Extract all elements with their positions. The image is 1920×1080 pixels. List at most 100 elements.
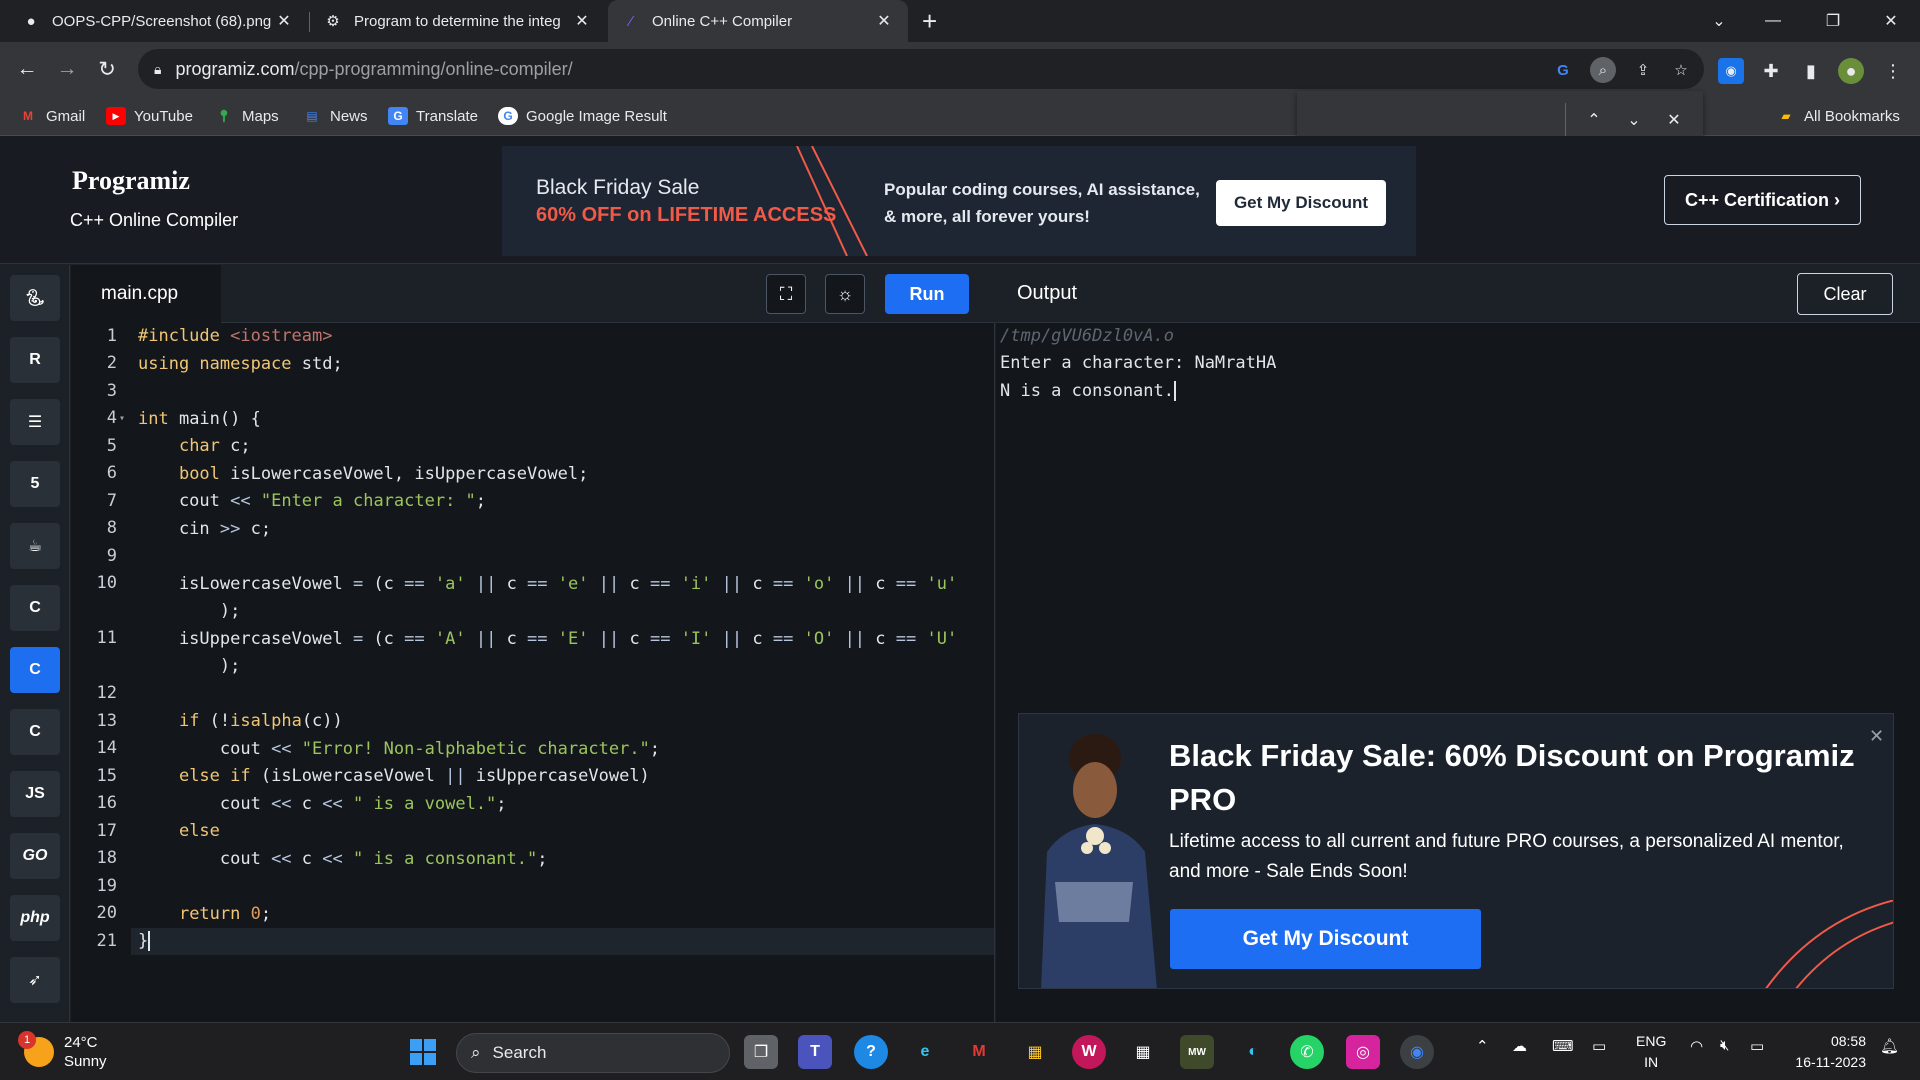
wps-icon[interactable]: W [1072, 1035, 1106, 1069]
bookmark-label: Translate [416, 107, 478, 125]
wifi-icon[interactable]: ◠ [1690, 1037, 1703, 1055]
sale-banner[interactable]: Black Friday Sale 60% OFF on LIFETIME AC… [502, 146, 1416, 256]
code-line: using namespace std; [138, 353, 343, 374]
side-panel-icon[interactable]: ▮ [1798, 58, 1824, 84]
code-line: else [178, 821, 220, 841]
go-icon[interactable]: GO [10, 833, 60, 879]
fullscreen-icon[interactable]: ⛶ [766, 274, 806, 314]
promo-discount-button[interactable]: Get My Discount [1170, 909, 1481, 969]
bookmark-label: Gmail [46, 107, 86, 125]
extension-icon[interactable]: ◉ [1718, 58, 1744, 84]
chrome-icon[interactable]: ◉ [1400, 1035, 1434, 1069]
instagram-icon[interactable]: ◎ [1346, 1035, 1380, 1069]
speaker-muted-icon[interactable]: 🔇︎ [1720, 1037, 1729, 1054]
c-icon[interactable]: C [10, 585, 60, 631]
bookmark-translate[interactable]: G Translate [388, 104, 478, 128]
help-icon[interactable]: ? [854, 1035, 888, 1069]
address-bar[interactable]: 🔒︎ programiz.com/cpp-programming/online-… [138, 49, 1704, 89]
back-arrow-icon[interactable]: ← [12, 54, 42, 84]
input-language[interactable]: ENG IN [1636, 1031, 1666, 1073]
search-page-icon[interactable]: ⌕ [1590, 57, 1616, 83]
sql-database-icon[interactable]: ☰ [10, 399, 60, 445]
code-editor[interactable]: 1 2 3 4 ▾ 5 6 7 8 9 10 11 12 13 14 15 16… [71, 323, 995, 1022]
keyboard-icon[interactable]: ⌨ [1552, 1037, 1574, 1055]
windows-start-icon[interactable] [406, 1035, 440, 1069]
edge-dev-icon[interactable]: ◐ [1236, 1035, 1270, 1069]
clear-button[interactable]: Clear [1797, 273, 1893, 315]
line-number: 2 [106, 353, 117, 373]
javascript-icon[interactable]: JS [10, 771, 60, 817]
close-tab-icon[interactable]: ✕ [874, 11, 894, 31]
game-icon[interactable]: MW [1180, 1035, 1214, 1069]
profile-avatar-icon[interactable]: ● [1838, 58, 1864, 84]
close-icon[interactable]: ✕ [1869, 726, 1884, 747]
display-icon[interactable]: ▭ [1592, 1037, 1606, 1055]
windows-logo [410, 1039, 436, 1065]
chevron-down-icon[interactable]: ⌄ [1621, 107, 1647, 133]
bookmark-youtube[interactable]: ▶ YouTube [106, 104, 193, 128]
banner-discount-button[interactable]: Get My Discount [1216, 180, 1386, 226]
python-icon[interactable]: 🐍︎ [10, 275, 60, 321]
task-view-icon[interactable]: ❐ [744, 1035, 778, 1069]
cpp-icon[interactable]: C [10, 647, 60, 693]
microsoft-store-icon[interactable]: ▦ [1018, 1035, 1052, 1069]
file-tab-main[interactable]: main.cpp [71, 265, 221, 323]
bookmark-news[interactable]: ▤ News [302, 104, 367, 128]
share-icon[interactable]: ⇪ [1630, 57, 1656, 83]
all-bookmarks[interactable]: ▰ All Bookmarks [1776, 104, 1899, 128]
browser-tab-compiler[interactable]: ⁄ Online C++ Compiler ✕ [608, 0, 908, 42]
whatsapp-icon[interactable]: ✆ [1290, 1035, 1324, 1069]
html5-icon[interactable]: 5 [10, 461, 60, 507]
java-icon[interactable]: ☕︎ [10, 523, 60, 569]
bookmark-label: Google Image Result [526, 107, 667, 125]
browser-tab-github[interactable]: ● OOPS-CPP/Screenshot (68).png ✕ [8, 0, 308, 42]
text-cursor [1174, 381, 1176, 401]
minimize-icon[interactable]: — [1750, 0, 1796, 42]
certification-button[interactable]: C++ Certification › [1664, 175, 1861, 225]
weather-widget[interactable]: 1 24°C Sunny [18, 1031, 107, 1071]
swift-icon[interactable]: ➶ [10, 957, 60, 1003]
calculator-grid-icon[interactable]: ▦ [1126, 1035, 1160, 1069]
restore-icon[interactable]: ❐ [1810, 0, 1856, 42]
system-clock[interactable]: 08:58 16-11-2023 [1786, 1031, 1866, 1073]
forward-arrow-icon[interactable]: → [52, 54, 82, 84]
new-tab-icon[interactable]: + [922, 6, 937, 37]
code-line: } [138, 931, 151, 951]
programiz-icon: ⁄ [629, 12, 633, 30]
close-tab-icon[interactable]: ✕ [572, 11, 592, 31]
php-icon[interactable]: php [10, 895, 60, 941]
chevron-up-icon[interactable]: ⌃ [1581, 107, 1607, 133]
browser-tab-program[interactable]: ⚙ Program to determine the integ ✕ [310, 0, 606, 42]
csharp-icon[interactable]: C [10, 709, 60, 755]
reload-icon[interactable]: ↻ [92, 54, 122, 84]
onedrive-cloud-icon[interactable]: ☁︎ [1512, 1037, 1527, 1055]
run-button[interactable]: Run [885, 274, 969, 314]
banner-offer: 60% OFF on LIFETIME ACCESS [536, 204, 837, 226]
teams-icon[interactable]: T [798, 1035, 832, 1069]
close-tab-icon[interactable]: ✕ [274, 11, 294, 31]
programiz-logo[interactable]: Programiz [72, 166, 190, 196]
mcafee-icon[interactable]: M [962, 1035, 996, 1069]
line-number: 20 [96, 903, 117, 923]
edge-icon[interactable]: e [908, 1035, 942, 1069]
bookmark-maps[interactable]: 📍︎ Maps [214, 104, 278, 128]
chevron-up-icon[interactable]: ⌃ [1476, 1037, 1489, 1055]
menu-kebab-icon[interactable]: ⋮ [1880, 58, 1906, 84]
line-number: 5 [106, 436, 117, 456]
theme-sun-icon[interactable]: ☼ [825, 274, 865, 314]
bookmark-gmail[interactable]: M Gmail [18, 104, 85, 128]
google-lens-icon[interactable]: G [1550, 57, 1576, 83]
bookmark-star-icon[interactable]: ☆ [1668, 57, 1694, 83]
close-window-icon[interactable]: ✕ [1868, 0, 1914, 42]
url-path: /cpp-programming/online-compiler/ [294, 58, 573, 79]
battery-icon[interactable]: ▭ [1750, 1037, 1764, 1055]
lock-icon[interactable]: 🔒︎ [154, 61, 161, 78]
taskbar-search[interactable]: ⌕ Search [456, 1033, 730, 1073]
extensions-puzzle-icon[interactable]: ✚ [1758, 58, 1784, 84]
r-icon[interactable]: R [10, 337, 60, 383]
fold-arrow-icon[interactable]: ▾ [119, 405, 125, 432]
close-icon[interactable]: ✕ [1661, 107, 1687, 133]
tab-search-chevron-icon[interactable]: ⌄ [1696, 0, 1742, 42]
bookmark-google-image[interactable]: G Google Image Result [498, 104, 667, 128]
notification-bell-icon[interactable]: 🔔︎ [1880, 1037, 1899, 1055]
